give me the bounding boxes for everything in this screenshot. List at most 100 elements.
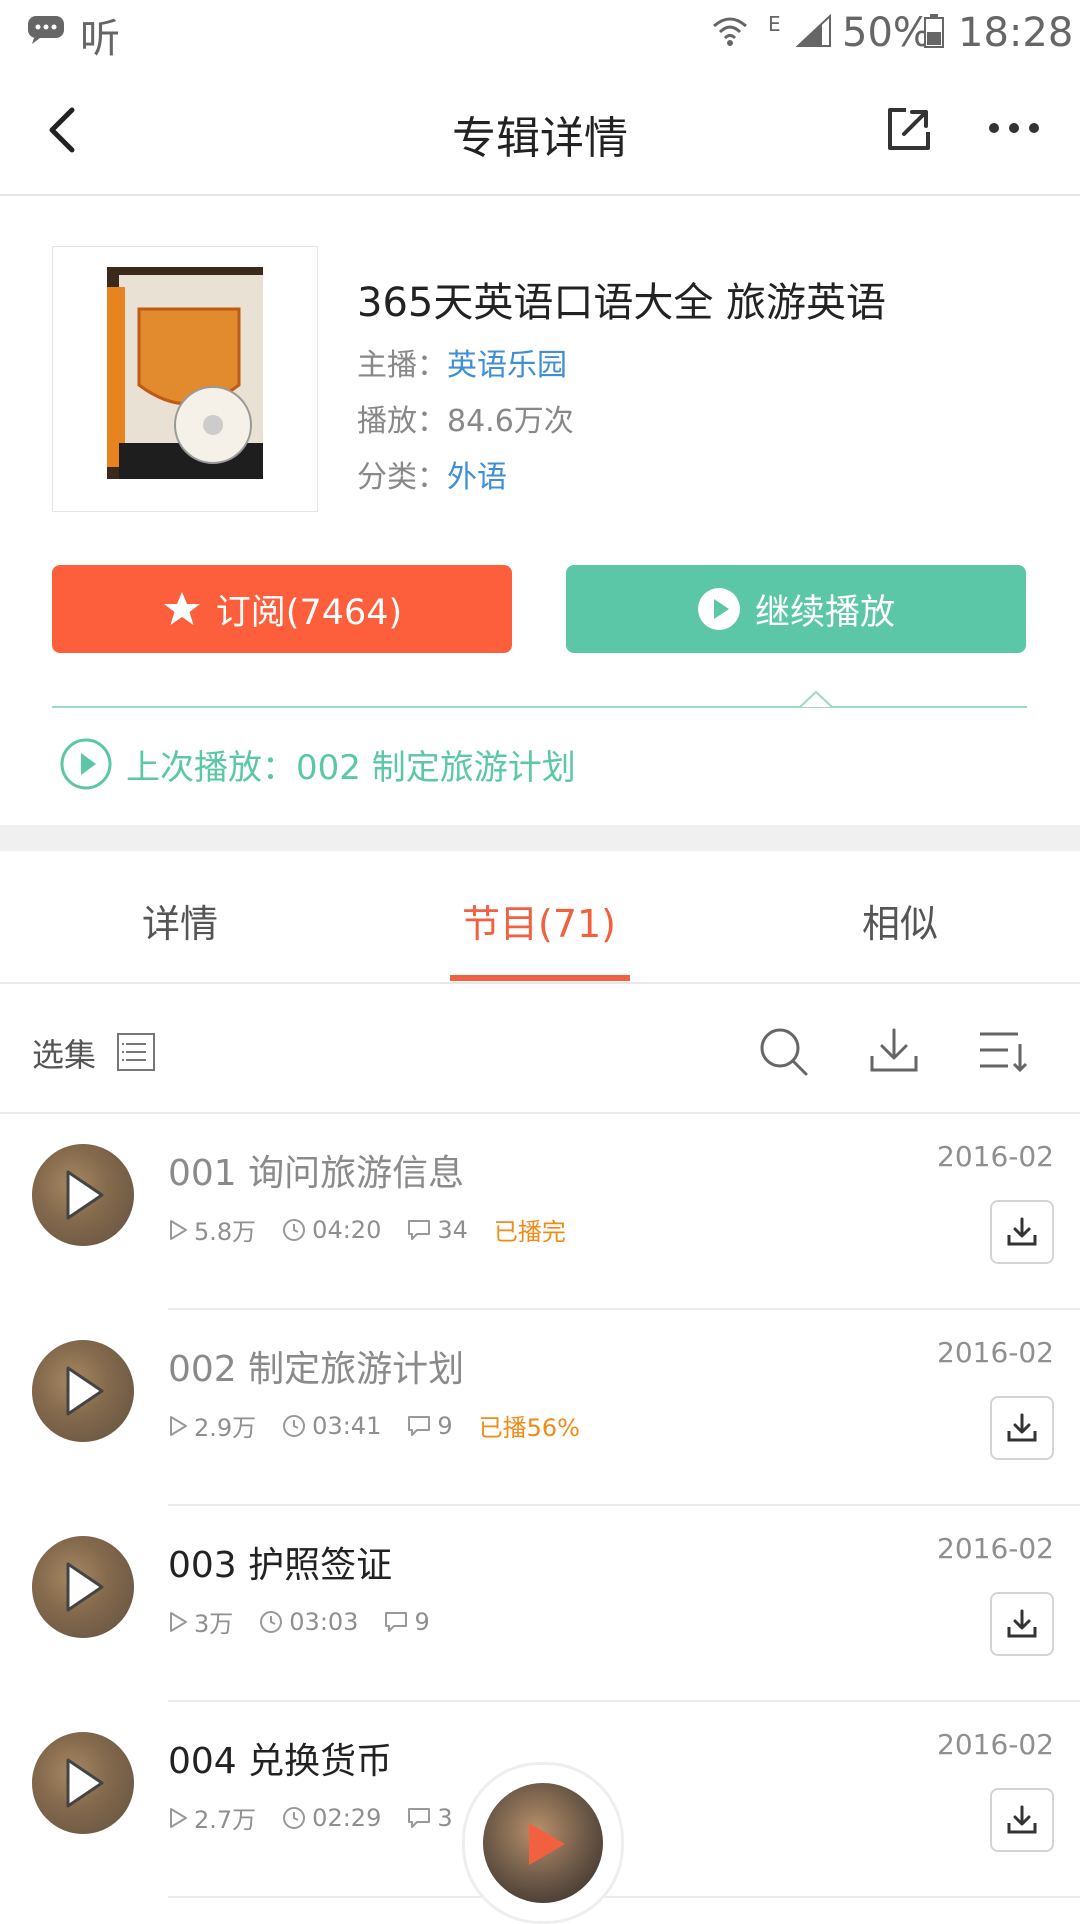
episode-comments: 9 xyxy=(414,1607,430,1636)
episode-comments: 9 xyxy=(437,1411,453,1440)
play-icon xyxy=(66,1170,104,1220)
continue-play-button[interactable]: 继续播放 xyxy=(566,565,1026,653)
plays-stat: 5.8万 xyxy=(168,1212,256,1247)
episode-date: 2016-02 xyxy=(937,1728,1054,1761)
episode-duration: 02:29 xyxy=(312,1803,382,1832)
battery-icon xyxy=(924,14,944,48)
episode-title: 004 兑换货币 xyxy=(168,1741,393,1782)
host-label: 主播： xyxy=(357,348,447,383)
tab-details[interactable]: 详情 xyxy=(142,893,218,948)
app-label: 听 xyxy=(80,16,120,62)
episode-plays: 2.7万 xyxy=(194,1806,257,1834)
category-link[interactable]: 外语 xyxy=(447,460,507,495)
sort-icon[interactable] xyxy=(978,1030,1030,1074)
comment-icon xyxy=(408,1415,431,1436)
play-outline-icon xyxy=(60,738,112,790)
plays-value: 84.6万次 xyxy=(447,404,574,439)
category-label: 分类： xyxy=(357,460,447,495)
play-icon xyxy=(66,1758,104,1808)
album-cover[interactable] xyxy=(52,246,318,512)
nav-bar: 专辑详情 xyxy=(0,64,1080,196)
subscribe-button[interactable]: 订阅(7464) xyxy=(52,565,512,653)
status-bar: 听 E 50% 18:28 xyxy=(0,0,1080,64)
share-icon[interactable] xyxy=(884,104,934,154)
plays-stat: 2.7万 xyxy=(168,1800,256,1835)
mini-player[interactable] xyxy=(462,1762,624,1924)
section-gap xyxy=(0,825,1080,851)
host-link[interactable]: 英语乐园 xyxy=(447,348,567,383)
more-dots-icon[interactable] xyxy=(986,120,1042,136)
episode-stats: 2.7万 02:29 3 xyxy=(168,1800,479,1835)
comments-stat: 3 xyxy=(407,1804,453,1832)
comment-icon xyxy=(408,1807,431,1828)
download-button[interactable] xyxy=(990,1788,1054,1852)
album-cover-art xyxy=(107,267,263,479)
tab-similar[interactable]: 相似 xyxy=(862,893,938,948)
play-count-icon xyxy=(170,1219,187,1240)
row-separator xyxy=(168,1896,1080,1898)
download-icon xyxy=(1007,1805,1037,1834)
download-icon xyxy=(1007,1217,1037,1246)
download-button[interactable] xyxy=(990,1396,1054,1460)
subscribe-label: 订阅(7464) xyxy=(215,592,403,633)
last-play-banner[interactable]: 上次播放：002 制定旅游计划 xyxy=(60,738,576,790)
clock-icon xyxy=(260,1610,283,1633)
comments-stat: 9 xyxy=(384,1607,430,1636)
list-icon[interactable] xyxy=(116,1032,156,1072)
download-button[interactable] xyxy=(990,1592,1054,1656)
album-host: 主播：英语乐园 xyxy=(357,340,567,384)
comment-icon xyxy=(385,1611,408,1632)
play-count-icon xyxy=(170,1611,187,1632)
episode-stats: 5.8万 04:20 34 已播完 xyxy=(168,1212,566,1247)
episode-row[interactable]: 002 制定旅游计划 2016-02 2.9万 03:41 9 已播56% xyxy=(0,1310,1080,1506)
episode-row[interactable]: 003 护照签证 2016-02 3万 03:03 9 xyxy=(0,1506,1080,1702)
comments-stat: 34 xyxy=(407,1216,468,1244)
play-status: 已播56% xyxy=(478,1414,580,1442)
duration-stat: 02:29 xyxy=(282,1804,381,1832)
episode-comments: 34 xyxy=(437,1215,468,1244)
episode-date: 2016-02 xyxy=(937,1336,1054,1369)
signal-icon xyxy=(796,14,831,47)
clock-icon xyxy=(283,1218,306,1241)
network-type: E xyxy=(768,12,781,36)
download-icon xyxy=(1007,1413,1037,1442)
select-label: 选集 xyxy=(32,1036,97,1074)
comments-stat: 9 xyxy=(407,1411,453,1440)
episode-row[interactable]: 001 询问旅游信息 2016-02 5.8万 04:20 34 已播完 xyxy=(0,1114,1080,1310)
episode-stats: 2.9万 03:41 9 已播56% xyxy=(168,1408,580,1443)
plays-stat: 2.9万 xyxy=(168,1408,256,1443)
download-icon xyxy=(1007,1609,1037,1638)
tabs-border xyxy=(0,982,1080,984)
battery-percent: 50% xyxy=(842,10,931,56)
tab-indicator xyxy=(450,975,630,981)
chat-bubble-icon xyxy=(28,16,64,44)
episode-thumbnail[interactable] xyxy=(32,1732,134,1834)
select-episodes-button[interactable]: 选集 xyxy=(32,1030,96,1076)
episode-date: 2016-02 xyxy=(937,1532,1054,1565)
episode-plays: 5.8万 xyxy=(194,1218,257,1246)
episode-duration: 03:41 xyxy=(312,1411,382,1440)
episode-thumbnail[interactable] xyxy=(32,1340,134,1442)
album-category: 分类：外语 xyxy=(357,452,507,496)
clock: 18:28 xyxy=(958,10,1074,56)
episode-title: 002 制定旅游计划 xyxy=(168,1349,465,1390)
download-button[interactable] xyxy=(990,1200,1054,1264)
play-icon xyxy=(66,1562,104,1612)
episode-title: 003 护照签证 xyxy=(168,1545,393,1586)
episode-stats: 3万 03:03 9 xyxy=(168,1604,456,1639)
episode-thumbnail[interactable] xyxy=(32,1536,134,1638)
wifi-icon xyxy=(713,17,747,46)
download-all-icon[interactable] xyxy=(868,1026,920,1074)
album-plays: 播放：84.6万次 xyxy=(357,396,574,440)
last-play-label: 上次播放：002 制定旅游计划 xyxy=(126,747,576,788)
pointer-caret-icon xyxy=(799,690,833,708)
tab-programs[interactable]: 节目(71) xyxy=(462,893,616,948)
episode-duration: 04:20 xyxy=(312,1215,382,1244)
search-icon[interactable] xyxy=(758,1026,810,1078)
play-status: 已播完 xyxy=(493,1218,566,1246)
play-icon xyxy=(66,1366,104,1416)
album-title: 365天英语口语大全 旅游英语 xyxy=(357,280,887,326)
plays-label: 播放： xyxy=(357,404,447,439)
episode-thumbnail[interactable] xyxy=(32,1144,134,1246)
play-icon xyxy=(529,1823,565,1865)
